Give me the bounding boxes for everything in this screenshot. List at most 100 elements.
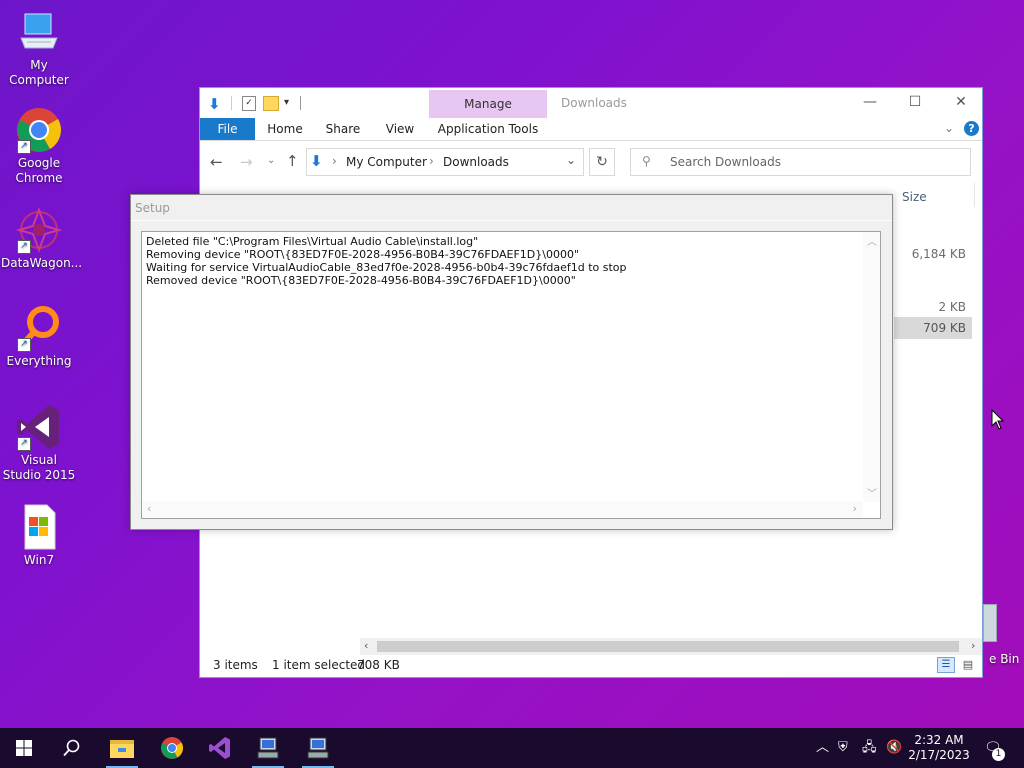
- column-header-size[interactable]: Size: [902, 190, 927, 204]
- search-input[interactable]: Search Downloads: [670, 155, 781, 169]
- file-size: 2 KB: [938, 300, 966, 314]
- maximize-button[interactable]: ☐: [892, 88, 938, 118]
- new-folder-icon[interactable]: [263, 96, 279, 111]
- minimize-button[interactable]: —: [847, 88, 893, 118]
- scroll-left-icon[interactable]: ‹: [147, 502, 151, 515]
- notification-count-badge: 1: [992, 748, 1005, 761]
- customize-qat-icon[interactable]: ▾: [284, 97, 289, 108]
- tab-share-label: Share: [325, 122, 361, 136]
- recycle-bin-icon: [983, 604, 997, 642]
- datawagon-logo-icon: ↗: [15, 206, 63, 254]
- taskbar-file-explorer[interactable]: [98, 728, 146, 768]
- chrome-icon: [161, 737, 183, 759]
- desktop-icon-label: Everything: [6, 354, 72, 368]
- horizontal-scrollbar[interactable]: ‹ ›: [360, 638, 982, 655]
- scroll-left-icon[interactable]: ‹: [364, 639, 368, 652]
- up-arrow-icon[interactable]: ↑: [286, 152, 299, 170]
- desktop-icon-label: Google Chrome: [15, 156, 63, 185]
- desktop-icon-visual-studio[interactable]: ↗ Visual Studio 2015: [1, 403, 77, 483]
- divider: [300, 96, 301, 110]
- network-icon[interactable]: 🖧: [862, 728, 877, 768]
- log-line: Removed device "ROOT\{83ED7F0E-2028-4956…: [146, 274, 576, 287]
- taskbar-setup-app-2[interactable]: [294, 728, 342, 768]
- action-center-button[interactable]: 🗨 1: [978, 728, 1018, 768]
- desktop-icon-label: e Bin: [989, 652, 1020, 666]
- windows-logo-icon: [16, 740, 32, 756]
- taskbar-setup-app-1[interactable]: [244, 728, 292, 768]
- shortcut-arrow-icon: ↗: [17, 338, 31, 352]
- breadcrumb-downloads[interactable]: Downloads: [443, 155, 509, 169]
- scroll-right-icon[interactable]: ›: [853, 502, 857, 515]
- tab-file[interactable]: File: [200, 118, 255, 140]
- tab-application-tools-label: Application Tools: [437, 122, 539, 136]
- scroll-down-icon[interactable]: ﹀: [867, 485, 877, 500]
- address-dropdown-icon[interactable]: ⌄: [566, 153, 576, 167]
- desktop-icon-datawagon[interactable]: ↗ DataWagon...: [1, 206, 82, 271]
- address-bar[interactable]: ⬇ › My Computer › Downloads ⌄: [306, 148, 584, 176]
- desktop-icon-win7[interactable]: Win7: [1, 503, 77, 568]
- setup-installer-icon: [307, 737, 329, 759]
- file-size: 709 KB: [923, 321, 966, 335]
- vertical-scrollbar[interactable]: ︿ ﹀: [863, 232, 880, 502]
- desktop-icon-google-chrome[interactable]: ↗ Google Chrome: [1, 106, 77, 186]
- refresh-button[interactable]: ↻: [589, 148, 615, 176]
- scroll-up-icon[interactable]: ︿: [867, 233, 877, 248]
- computer-icon: [15, 8, 63, 56]
- folder-icon: [110, 740, 134, 758]
- tab-share[interactable]: Share: [318, 118, 368, 140]
- navigation-bar: ← → ⌄ ↑ ⬇ › My Computer › Downloads ⌄ ↻ …: [200, 148, 982, 178]
- file-icon: [15, 503, 63, 551]
- scroll-right-icon[interactable]: ›: [971, 639, 975, 652]
- help-icon[interactable]: ?: [964, 121, 979, 136]
- search-icon: ⚲: [642, 154, 651, 168]
- tab-view[interactable]: View: [375, 118, 425, 140]
- scrollbar-thumb[interactable]: [377, 641, 959, 652]
- status-bar: 3 items 1 item selected 708 KB ☰ ▤: [200, 655, 982, 677]
- desktop-icon-label: Win7: [23, 553, 55, 567]
- expand-ribbon-icon[interactable]: ⌄: [944, 121, 954, 135]
- show-hidden-icons-icon[interactable]: ︿: [816, 728, 829, 768]
- tab-home[interactable]: Home: [260, 118, 310, 140]
- security-icon[interactable]: ⛨: [838, 728, 848, 768]
- taskbar-chrome[interactable]: [148, 728, 196, 768]
- volume-muted-icon[interactable]: 🔇: [886, 728, 902, 768]
- desktop-icon-my-computer[interactable]: My Computer: [1, 8, 77, 88]
- desktop-icon-everything[interactable]: ↗ Everything: [1, 304, 77, 369]
- log-line: Waiting for service VirtualAudioCable_83…: [146, 261, 627, 274]
- search-icon: [63, 739, 80, 757]
- everything-magnifier-icon: ↗: [15, 304, 63, 352]
- properties-icon[interactable]: ✓: [242, 96, 256, 111]
- downloads-folder-icon: ⬇: [310, 152, 323, 170]
- down-arrow-icon[interactable]: ⬇: [208, 95, 221, 113]
- desktop-icon-label: DataWagon...: [1, 256, 83, 270]
- title-bar[interactable]: ⬇ ✓ ▾ Manage Downloads — ☐ ✕: [200, 88, 982, 118]
- horizontal-scrollbar[interactable]: ‹ ›: [142, 501, 863, 518]
- back-arrow-icon[interactable]: ←: [210, 153, 223, 171]
- shortcut-arrow-icon: ↗: [17, 140, 31, 154]
- breadcrumb-separator-icon: ›: [429, 154, 434, 168]
- recent-locations-icon[interactable]: ⌄: [267, 155, 275, 166]
- search-button[interactable]: [48, 728, 96, 768]
- start-button[interactable]: [0, 728, 48, 768]
- chrome-icon: ↗: [15, 106, 63, 154]
- setup-log[interactable]: Deleted file "C:\Program Files\Virtual A…: [141, 231, 881, 519]
- ribbon-tabs: File Home Share View Application Tools ⌄…: [200, 118, 982, 141]
- shortcut-arrow-icon: ↗: [17, 240, 31, 254]
- large-icons-view-icon[interactable]: ▤: [960, 658, 976, 672]
- forward-arrow-icon[interactable]: →: [240, 153, 253, 171]
- log-line: Removing device "ROOT\{83ED7F0E-2028-495…: [146, 248, 580, 261]
- dialog-title-bar-bg: [131, 220, 892, 221]
- setup-dialog[interactable]: Setup Deleted file "C:\Program Files\Vir…: [130, 194, 893, 530]
- breadcrumb-my-computer[interactable]: My Computer: [346, 155, 427, 169]
- tab-home-label: Home: [267, 122, 303, 136]
- close-button[interactable]: ✕: [938, 88, 984, 118]
- search-box[interactable]: ⚲ Search Downloads: [630, 148, 971, 176]
- status-item-count: 3 items: [213, 658, 258, 672]
- tab-application-tools[interactable]: Application Tools: [429, 118, 547, 140]
- taskbar-visual-studio[interactable]: [196, 728, 244, 768]
- desktop-icon-label: My Computer: [9, 58, 69, 87]
- details-view-icon[interactable]: ☰: [937, 657, 955, 673]
- clock[interactable]: 2:32 AM 2/17/2023: [905, 728, 973, 768]
- setup-installer-icon: [257, 737, 279, 759]
- desktop-icon-recycle-bin[interactable]: e Bin: [983, 604, 1024, 674]
